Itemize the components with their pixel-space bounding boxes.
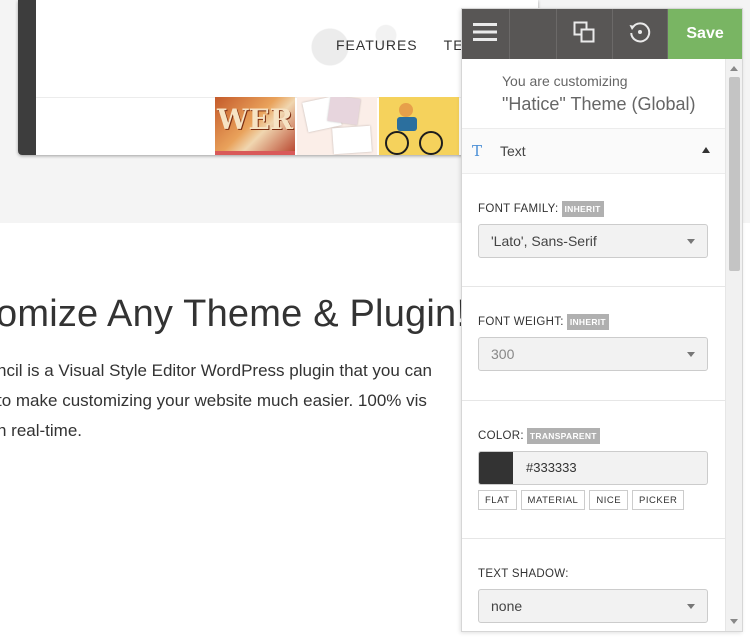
scroll-down-icon[interactable] xyxy=(730,619,738,624)
text-shadow-label: TEXT SHADOW: xyxy=(478,568,569,580)
history-button[interactable] xyxy=(613,9,669,59)
inherit-badge: INHERIT xyxy=(561,201,604,217)
font-family-select[interactable]: 'Lato', Sans-Serif xyxy=(478,224,708,258)
text-shadow-value: none xyxy=(491,598,523,614)
customizer-toolbar: Save xyxy=(462,9,742,59)
color-input[interactable]: #333333 xyxy=(478,451,708,485)
thumbnail-poster-word: WER xyxy=(217,103,294,136)
text-shadow-select[interactable]: none xyxy=(478,589,708,623)
save-button[interactable]: Save xyxy=(668,9,742,59)
customizer-panel: Save You are customizing "Hatice" Theme … xyxy=(461,8,743,632)
hamburger-icon xyxy=(473,22,498,46)
scroll-up-icon[interactable] xyxy=(730,66,738,71)
transparent-badge: TRANSPARENT xyxy=(526,428,600,444)
palette-material-button[interactable]: MATERIAL xyxy=(520,490,586,510)
font-family-field: FONT FAMILY: INHERIT 'Lato', Sans-Serif xyxy=(462,174,726,287)
toolbar-spacer xyxy=(510,9,558,59)
dropdown-arrow-icon xyxy=(687,239,695,244)
responsive-button[interactable] xyxy=(557,9,613,59)
panel-content: You are customizing "Hatice" Theme (Glob… xyxy=(462,59,726,631)
section-text-toggle[interactable]: T Text xyxy=(462,129,726,174)
color-field: COLOR: TRANSPARENT #333333 FLAT MATERIAL… xyxy=(462,401,726,539)
palette-buttons: FLAT MATERIAL NICE PICKER xyxy=(478,490,710,510)
thumbnail-collage xyxy=(297,97,377,155)
nav-link-features[interactable]: FEATURES xyxy=(336,37,418,53)
customizing-subtitle: You are customizing xyxy=(502,73,628,89)
scrollbar-thumb[interactable] xyxy=(729,77,740,271)
font-weight-value: 300 xyxy=(491,346,515,362)
font-weight-field: FONT WEIGHT: INHERIT 300 xyxy=(462,287,726,401)
menu-button[interactable] xyxy=(462,9,510,59)
responsive-devices-icon xyxy=(573,21,595,48)
dropdown-arrow-icon xyxy=(687,352,695,357)
thumbnail-poster: WER xyxy=(215,97,295,155)
thumbnail-bicycle xyxy=(379,97,459,155)
customizing-header: You are customizing "Hatice" Theme (Glob… xyxy=(462,59,726,129)
history-icon xyxy=(628,20,652,49)
font-weight-label: FONT WEIGHT: xyxy=(478,316,564,328)
palette-flat-button[interactable]: FLAT xyxy=(478,490,517,510)
palette-nice-button[interactable]: NICE xyxy=(589,490,629,510)
caret-up-icon xyxy=(702,147,710,153)
section-label: Text xyxy=(500,143,526,159)
text-shadow-field: TEXT SHADOW: none xyxy=(462,539,726,631)
palette-picker-button[interactable]: PICKER xyxy=(632,490,685,510)
description-line: n real-time. xyxy=(0,421,83,440)
description-line: to make customizing your website much ea… xyxy=(0,391,427,410)
color-label: COLOR: xyxy=(478,430,524,442)
page-description: ncil is a Visual Style Editor WordPress … xyxy=(0,356,467,446)
inherit-badge: INHERIT xyxy=(566,314,609,330)
page-headline: omize Any Theme & Plugin! xyxy=(0,293,468,335)
dropdown-arrow-icon xyxy=(687,604,695,609)
font-weight-select[interactable]: 300 xyxy=(478,337,708,371)
color-hex-value: #333333 xyxy=(526,460,577,475)
description-line: ncil is a Visual Style Editor WordPress … xyxy=(0,361,432,380)
font-family-label: FONT FAMILY: xyxy=(478,203,559,215)
color-swatch[interactable] xyxy=(479,452,513,484)
font-family-value: 'Lato', Sans-Serif xyxy=(491,233,597,249)
customizing-title: "Hatice" Theme (Global) xyxy=(502,94,696,114)
text-type-icon: T xyxy=(472,142,483,160)
device-bezel xyxy=(18,0,36,155)
